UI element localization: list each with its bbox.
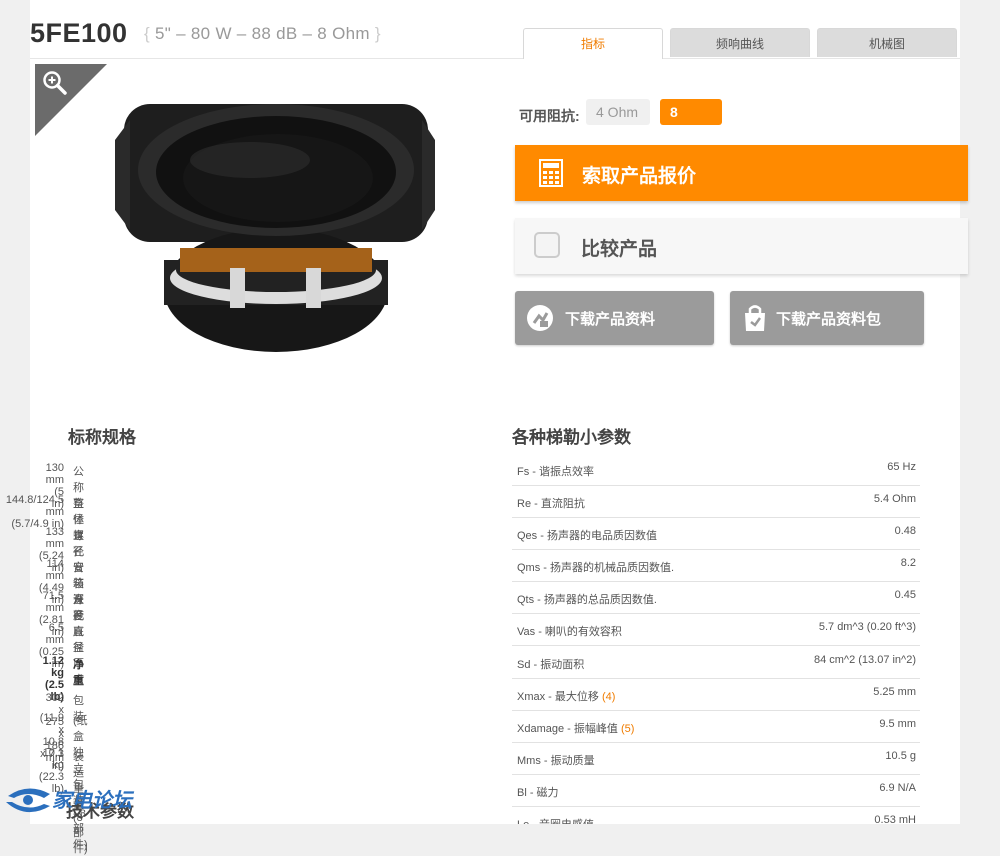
specs-brace-close: } (374, 24, 381, 43)
product-header: 5FE100 { 5" – 80 W – 88 dB – 8 Ohm } 指标 … (30, 0, 960, 59)
compare-products-label: 比较产品 (581, 239, 658, 260)
table-row: Vas - 喇叭的有效容积 5.7 dm^3 (0.20 ft^3) (512, 614, 920, 646)
nominal-specs-title: 标称规格 (68, 428, 136, 447)
table-row: Qts - 扬声器的总品质因数值. 0.45 (512, 582, 920, 614)
table-row: Qms - 扬声器的机械品质因数值. 8.2 (512, 550, 920, 582)
tab-mechanical-drawing[interactable]: 机械图 (817, 28, 957, 57)
ts-params-table: Fs - 谐振点效率 65 Hz Re - 直流阻抗 5.4 Ohm Qes - 扬… (512, 454, 920, 824)
download-datasheet-button[interactable]: 下载产品资料 (515, 291, 714, 345)
table-row: Xdamage - 振幅峰值 (5) 9.5 mm (512, 711, 920, 743)
compare-products-button[interactable]: 比较产品 (515, 218, 968, 274)
download-icon (527, 305, 553, 331)
table-row: Bl - 磁力 6.9 N/A (512, 775, 920, 807)
footnote-ref[interactable]: (5) (621, 723, 634, 735)
watermark-text: 家电论坛 (52, 790, 132, 812)
table-row: Fs - 谐振点效率 65 Hz (512, 454, 920, 486)
impedance-option-8ohm[interactable]: 8 Ohm (660, 99, 722, 146)
specs-text: 5" – 80 W – 88 dB – 8 Ohm (155, 24, 370, 43)
tab-specifications[interactable]: 指标 (523, 28, 663, 59)
impedance-label: 可用阻抗: (519, 108, 580, 124)
table-row: Le - 音圈电感值0.53 mH (512, 807, 920, 824)
download-package-label: 下载产品资料包 (776, 311, 882, 328)
table-row: Sd - 振动面积 84 cm^2 (13.07 in^2) (512, 646, 920, 679)
table-row: Qes - 扬声器的电品质因数值 0.48 (512, 518, 920, 550)
product-page: 5FE100 { 5" – 80 W – 88 dB – 8 Ohm } 指标 … (6, 0, 968, 855)
footnote-ref[interactable]: (4) (602, 691, 615, 703)
ts-params-title: 各种梯勒小参数 (512, 428, 631, 447)
download-package-button[interactable]: 下载产品资料包 (730, 291, 924, 345)
request-quote-button[interactable]: 索取产品报价 (515, 145, 968, 201)
shopping-bag-icon (745, 305, 765, 331)
table-row: Re - 直流阻抗 5.4 Ohm (512, 486, 920, 518)
product-model: 5FE100 (30, 18, 128, 48)
request-quote-label: 索取产品报价 (582, 166, 697, 187)
product-image[interactable] (110, 100, 440, 370)
zoom-in-icon[interactable] (42, 70, 68, 96)
specs-brace-open: { (144, 24, 150, 43)
tab-frequency-response[interactable]: 频响曲线 (670, 28, 810, 57)
calculator-icon (539, 159, 563, 187)
table-row: Mms - 振动质量 10.5 g (512, 743, 920, 775)
product-specs: { 5" – 80 W – 88 dB – 8 Ohm } (144, 24, 381, 44)
download-datasheet-label: 下载产品资料 (565, 311, 656, 328)
table-row: Xmax - 最大位移 (4) 5.25 mm (512, 679, 920, 711)
impedance-option-4ohm[interactable]: 4 Ohm (586, 99, 650, 125)
compare-checkbox[interactable] (534, 232, 560, 258)
